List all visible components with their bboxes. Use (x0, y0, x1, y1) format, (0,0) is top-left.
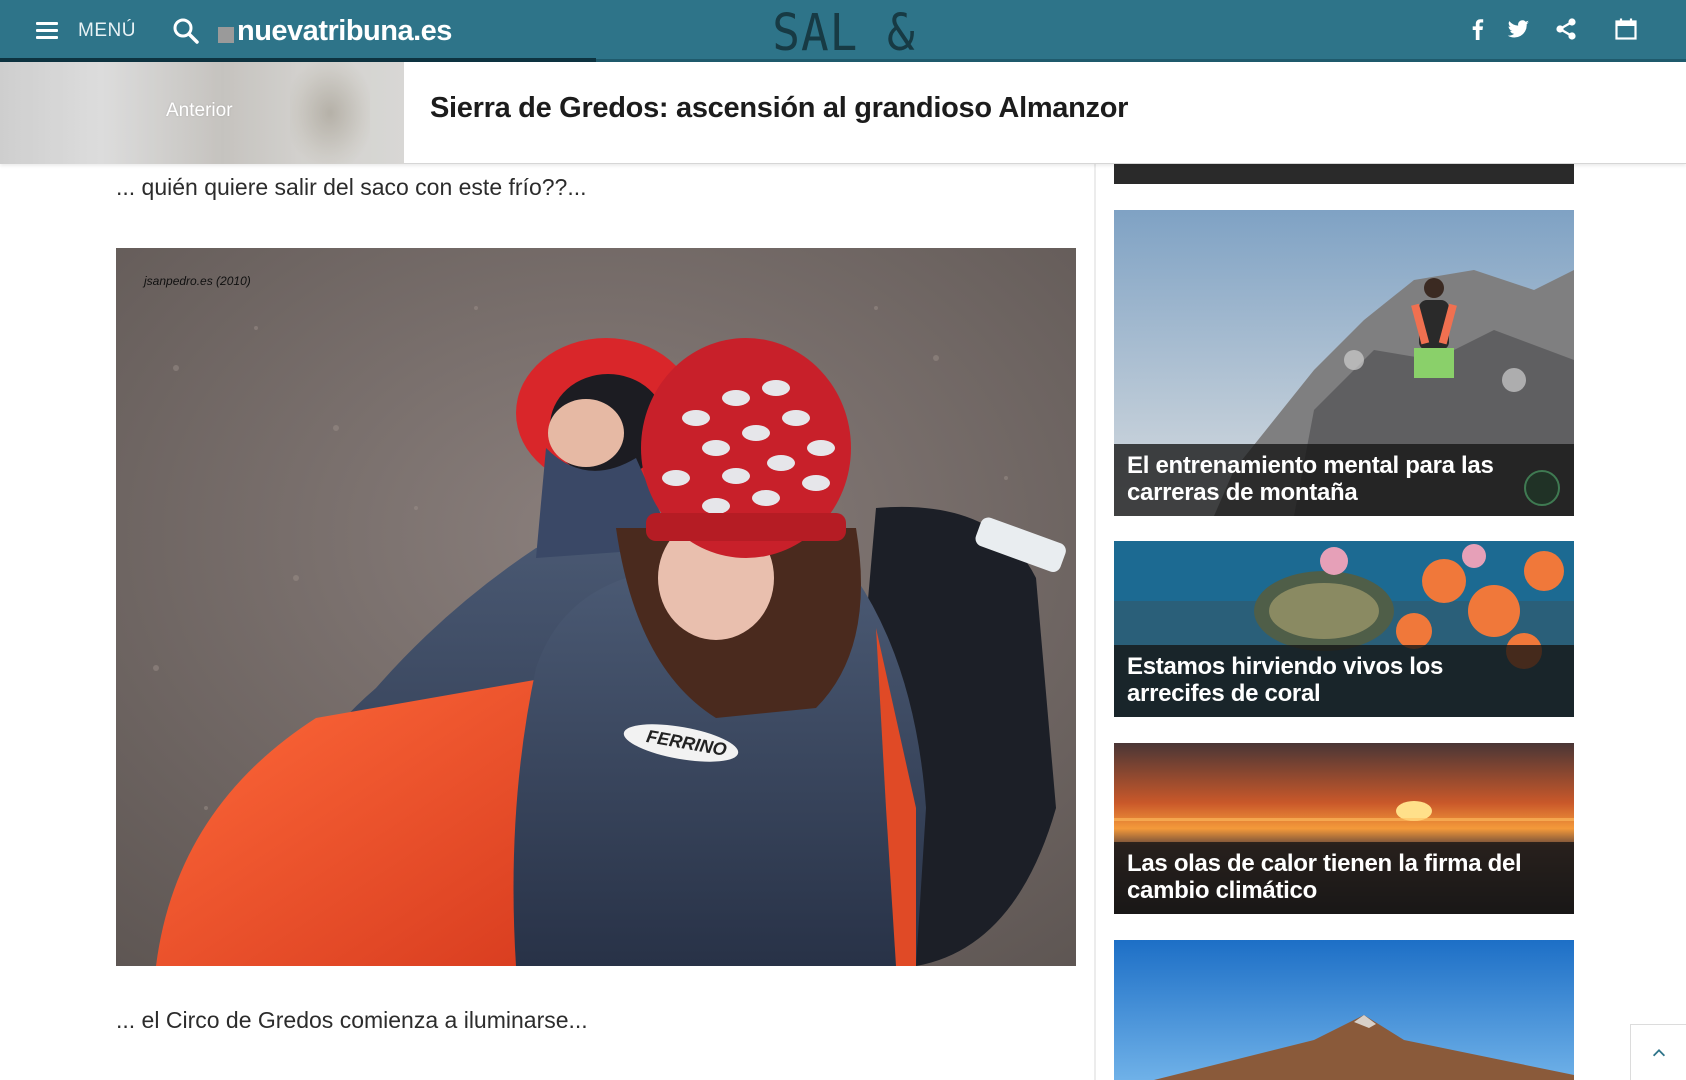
previous-label: Anterior (166, 100, 233, 121)
card-caption: El entrenamiento mental para las carrera… (1114, 444, 1574, 516)
sidebar-card-heatwaves[interactable]: Las olas de calor tienen la firma del ca… (1114, 743, 1574, 914)
column-divider (1094, 164, 1096, 1080)
card-caption: Las olas de calor tienen la firma del ca… (1114, 842, 1574, 914)
menu-label: MENÚ (78, 20, 136, 41)
sleeping-bags-photo: FERRINO (116, 248, 1076, 966)
sidebar-card-coral-reefs[interactable]: Estamos hirviendo vivos los arrecifes de… (1114, 541, 1574, 717)
photo-caption-top: ... quién quiere salir del saco con este… (116, 174, 587, 200)
card-image-volcano (1114, 940, 1574, 1080)
search-icon[interactable] (172, 17, 200, 45)
previous-article-link[interactable]: Anterior (0, 62, 404, 164)
card-badge-icon (1524, 470, 1560, 506)
menu-button[interactable]: MENÚ (36, 18, 146, 44)
card-caption: Estamos hirviendo vivos los arrecifes de… (1114, 645, 1574, 717)
scroll-to-top-button[interactable] (1630, 1024, 1686, 1080)
twitter-icon[interactable] (1505, 16, 1531, 42)
card-title: Las olas de calor tienen la firma del ca… (1127, 850, 1522, 904)
calendar-icon[interactable] (1613, 16, 1639, 42)
site-logo-link[interactable]: nuevatribuna.es (218, 14, 452, 48)
card-title: Estamos hirviendo vivos los arrecifes de… (1127, 653, 1444, 707)
sidebar-card-partial[interactable] (1114, 164, 1574, 184)
photo-watermark: jsanpedro.es (2010) (144, 274, 251, 288)
article-photo[interactable]: FERRINO jsanpedro.es (2010) (116, 248, 1076, 966)
photo-caption-bottom: ... el Circo de Gredos comienza a ilumin… (116, 1007, 588, 1033)
logo-square-icon (218, 27, 234, 43)
top-navigation-bar: MENÚ nuevatribuna.es SAL & ROCA (0, 0, 1686, 121)
article-header-bar: Anterior Sierra de Gredos: ascensión al … (0, 62, 1686, 164)
sidebar-card-volcano[interactable] (1114, 940, 1574, 1080)
site-name: nuevatribuna.es (237, 14, 452, 47)
facebook-icon[interactable] (1465, 16, 1491, 42)
chevron-up-icon (1652, 1048, 1665, 1056)
share-icon[interactable] (1553, 16, 1579, 42)
sidebar-card-mental-training[interactable]: El entrenamiento mental para las carrera… (1114, 210, 1574, 516)
card-title: El entrenamiento mental para las carrera… (1127, 452, 1494, 506)
menu-icon (36, 22, 58, 40)
article-title: Sierra de Gredos: ascensión al grandioso… (430, 92, 1129, 124)
